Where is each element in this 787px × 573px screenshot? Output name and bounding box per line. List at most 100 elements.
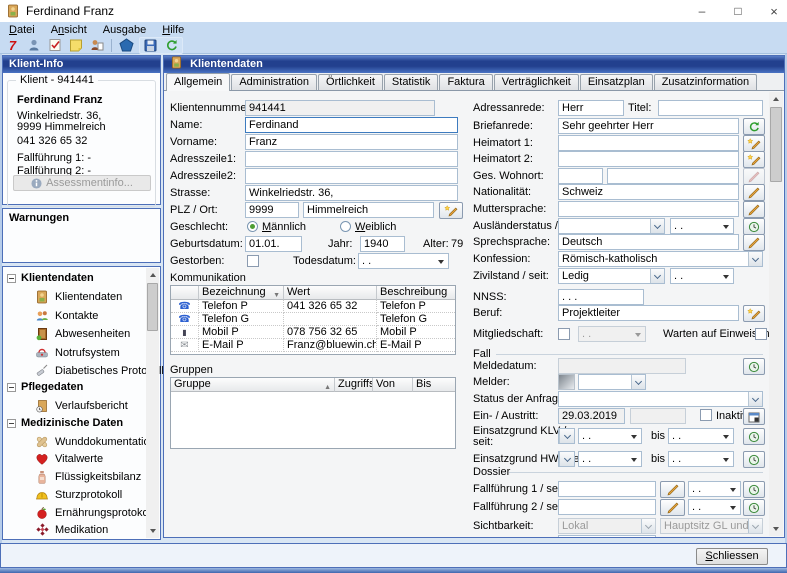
scroll-up-icon[interactable] [769, 92, 783, 106]
klv-seit-combo[interactable]: . . [578, 428, 642, 444]
fallfuehrung1-seit-combo[interactable]: . . [688, 481, 741, 497]
fallfuehrung1-edit-button[interactable] [660, 481, 685, 498]
scroll-down-icon[interactable] [146, 524, 159, 538]
nationalitaet-field[interactable]: Schweiz [558, 184, 739, 200]
komm-header-wert[interactable]: Wert [284, 286, 377, 300]
table-row[interactable]: ☎ Telefon P 041 326 65 32 Telefon P [171, 300, 455, 313]
heimatort2-edit-button[interactable] [743, 151, 765, 168]
tab-oertlichkeit[interactable]: Örtlichkeit [318, 74, 383, 90]
person-icon[interactable] [25, 38, 42, 53]
melder-combo[interactable] [578, 374, 646, 390]
tree-group-pflegedaten[interactable]: Pflegedaten [7, 381, 83, 393]
weiblich-radio[interactable] [340, 221, 351, 232]
seven-icon[interactable]: 7 [4, 38, 21, 53]
klv-history-button[interactable] [743, 428, 765, 445]
todesdatum-combo[interactable]: . . [358, 253, 449, 269]
maximize-button[interactable]: □ [731, 4, 745, 18]
gruppen-header-von[interactable]: Von [373, 378, 413, 392]
eintritt-field[interactable]: 29.03.2019 [558, 408, 625, 424]
sidebar-item-vitalwerte[interactable]: Vitalwerte [35, 452, 103, 466]
nationalitaet-edit-button[interactable] [743, 184, 765, 201]
einsatzgrund-klv-combo[interactable] [558, 428, 575, 444]
hw-bis-combo[interactable]: . . [668, 451, 734, 467]
sidebar-item-verlaufsbericht[interactable]: Verlaufsbericht [35, 399, 128, 413]
form-scrollbar[interactable] [769, 92, 783, 536]
briefanrede-refresh-button[interactable] [743, 118, 765, 135]
scrollbar-thumb[interactable] [147, 283, 158, 331]
ein-austritt-calendar-button[interactable] [743, 408, 765, 425]
fallfuehrung2-seit-combo[interactable]: . . [688, 499, 741, 515]
person-report-icon[interactable] [88, 38, 105, 53]
beruf-field[interactable]: Projektleiter [558, 305, 739, 321]
table-row[interactable]: ☎ Telefon G Telefon G [171, 313, 455, 326]
auslaenderstatus-combo[interactable] [558, 218, 665, 234]
tab-administration[interactable]: Administration [231, 74, 317, 90]
einsatzgrund-hw-combo[interactable] [558, 451, 575, 467]
table-row[interactable]: ✉ E-Mail P Franz@bluewin.ch E-Mail P [171, 339, 455, 352]
sprechsprache-edit-button[interactable] [743, 234, 765, 251]
konfession-combo[interactable]: Römisch-katholisch [558, 251, 763, 267]
inaktiv-checkbox[interactable] [700, 409, 712, 421]
scroll-down-icon[interactable] [769, 522, 783, 536]
sidebar-item-klientendaten[interactable]: Klientendaten [35, 290, 122, 304]
zivilstand-seit-combo[interactable]: . . [670, 268, 734, 284]
collapse-icon[interactable] [7, 419, 16, 428]
tab-faktura[interactable]: Faktura [439, 74, 492, 90]
gruppen-header-zugriffs[interactable]: Zugriffs... [335, 378, 373, 392]
muttersprache-field[interactable] [558, 201, 739, 217]
table-row[interactable]: ▮ Mobil P 078 756 32 65 Mobil P [171, 326, 455, 339]
tree-group-medizinische-daten[interactable]: Medizinische Daten [7, 417, 123, 429]
scrollbar-thumb[interactable] [770, 107, 782, 182]
adresszeile2-field[interactable] [245, 168, 458, 184]
gruppen-header-bis[interactable]: Bis [413, 378, 455, 392]
pentagon-icon[interactable] [118, 38, 135, 53]
tab-einsatzplan[interactable]: Einsatzplan [580, 74, 653, 90]
ort-field[interactable]: Himmelreich [303, 202, 434, 218]
save-icon[interactable] [142, 38, 159, 53]
fallfuehrung2-field[interactable] [558, 499, 656, 515]
fallfuehrung2-history-button[interactable] [743, 499, 765, 516]
maennlich-label[interactable]: Männlich [262, 220, 306, 235]
plz-field[interactable]: 9999 [245, 202, 299, 218]
nnss-field[interactable]: . . . [558, 289, 644, 305]
mitgliedschaft-checkbox[interactable] [558, 328, 570, 340]
tree-group-klientendaten[interactable]: Klientendaten [7, 272, 94, 284]
ges-wohnort-plz-field[interactable] [558, 168, 603, 184]
briefanrede-field[interactable]: Sehr geehrter Herr [558, 118, 739, 134]
tab-allgemein[interactable]: Allgemein [166, 73, 230, 91]
sidebar-item-medikation[interactable]: Medikation [35, 523, 108, 537]
sidebar-item-diabetisches-protokoll[interactable]: Diabetisches Protokoll [35, 364, 164, 378]
menu-ansicht[interactable]: Ansicht [51, 24, 87, 36]
hw-seit-combo[interactable]: . . [578, 451, 642, 467]
close-button[interactable]: × [767, 4, 781, 19]
vorname-field[interactable]: Franz [245, 134, 458, 150]
tab-zusatzinformation[interactable]: Zusatzinformation [654, 74, 757, 90]
weiblich-label[interactable]: Weiblich [355, 220, 396, 235]
heimatort1-edit-button[interactable] [743, 135, 765, 152]
hw-history-button[interactable] [743, 451, 765, 468]
sidebar-item-fluessigkeitsbilanz[interactable]: Flüssigkeitsbilanz [35, 470, 141, 484]
adressanrede-field[interactable]: Herr [558, 100, 624, 116]
sidebar-item-sturzprotokoll[interactable]: Sturzprotokoll [35, 488, 122, 502]
muttersprache-edit-button[interactable] [743, 201, 765, 218]
adresszeile1-field[interactable] [245, 151, 458, 167]
collapse-icon[interactable] [7, 274, 16, 283]
zivilstand-combo[interactable]: Ledig [558, 268, 665, 284]
fallfuehrung1-field[interactable] [558, 481, 656, 497]
maennlich-radio[interactable] [247, 221, 258, 232]
jahr-field[interactable]: 1940 [360, 236, 405, 252]
scroll-up-icon[interactable] [146, 268, 159, 282]
sprechsprache-field[interactable]: Deutsch [558, 234, 739, 250]
beruf-edit-button[interactable] [743, 305, 765, 322]
sticky-note-icon[interactable] [67, 38, 84, 53]
assessmentinfo-button[interactable]: Assessmentinfo... [13, 175, 151, 191]
auslaenderstatus-history-button[interactable] [743, 218, 765, 235]
komm-header-beschreibung[interactable]: Beschreibung [377, 286, 455, 300]
gestorben-checkbox[interactable] [247, 255, 259, 267]
sidebar-item-kontakte[interactable]: Kontakte [35, 309, 98, 323]
warten-checkbox[interactable] [755, 328, 767, 340]
heimatort2-field[interactable] [558, 151, 739, 167]
sidebar-item-abwesenheiten[interactable]: Abwesenheiten [35, 327, 130, 341]
titel-field[interactable] [658, 100, 763, 116]
komm-header-icon[interactable] [171, 286, 199, 300]
